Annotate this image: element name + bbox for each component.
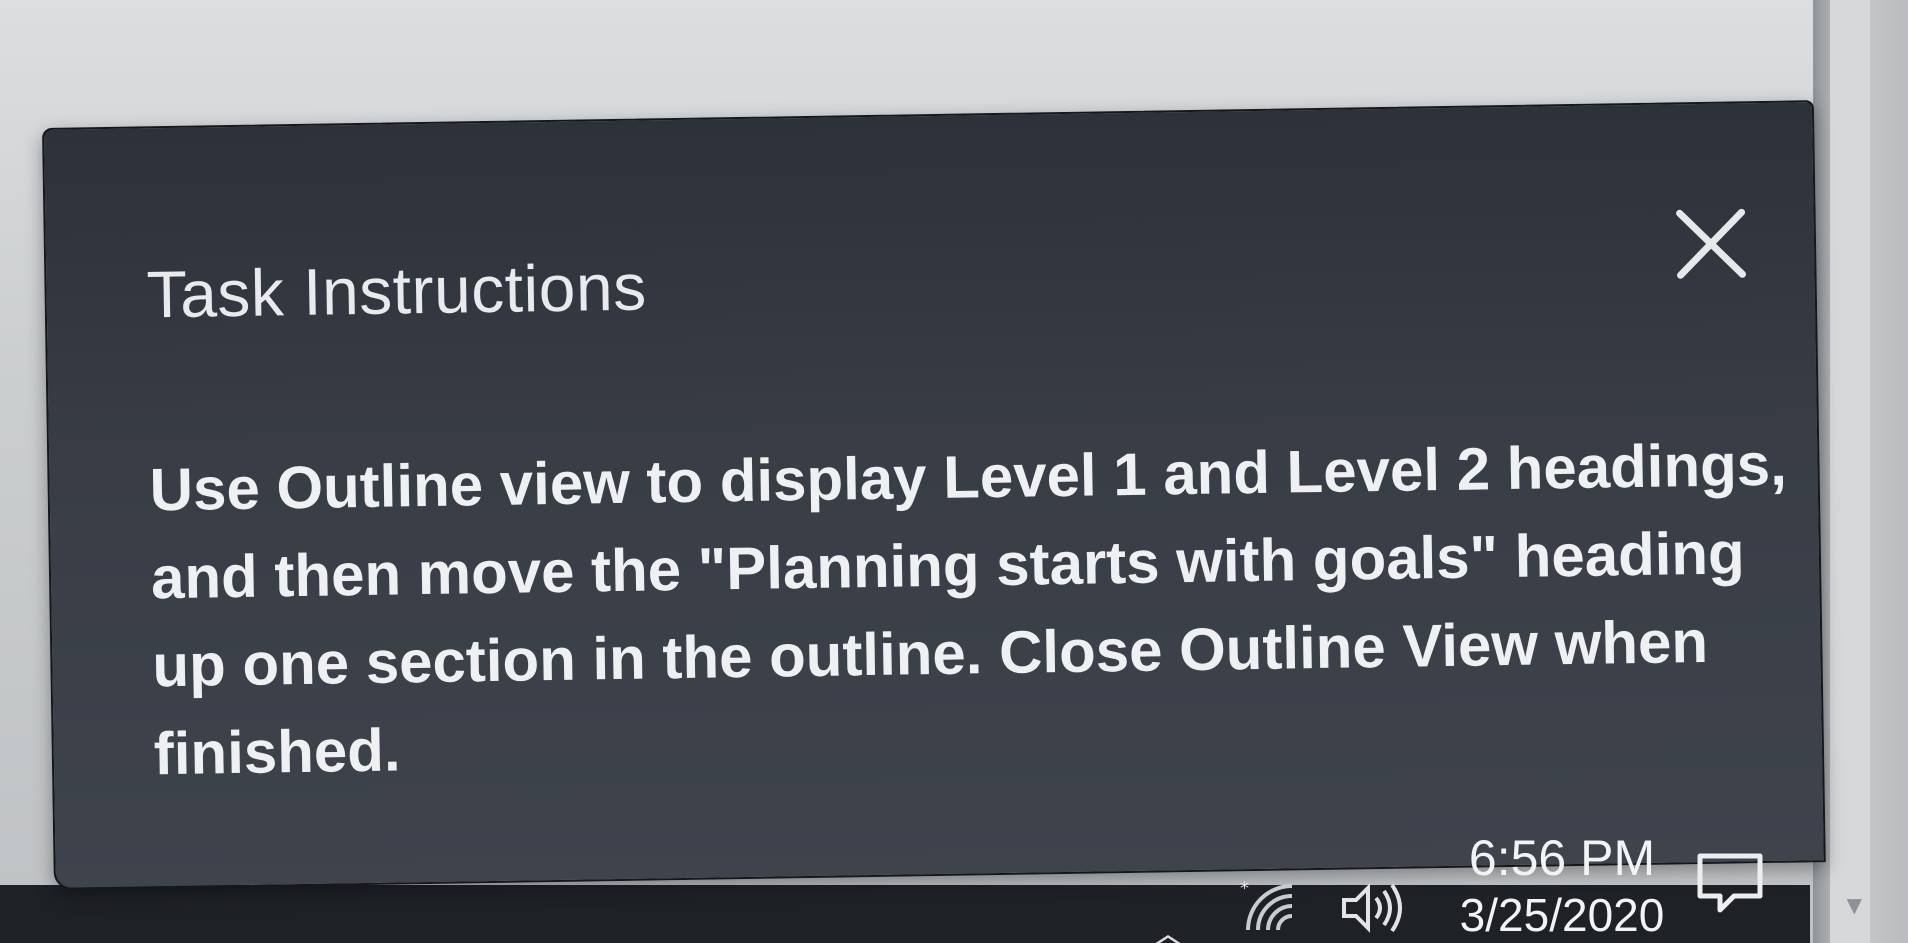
scroll-down-arrow-icon[interactable]: ▼ (1847, 893, 1862, 917)
svg-text:*: * (1240, 878, 1249, 899)
screen: ▼ Task Instructions Use Outline view to … (0, 0, 1908, 943)
chevron-up-icon[interactable]: ︿ (1150, 904, 1186, 943)
volume-icon[interactable] (1338, 880, 1408, 936)
notification-icon[interactable] (1694, 850, 1766, 916)
clock-date: 3/25/2020 (1459, 889, 1665, 941)
system-tray: ︿ * 6:56 PM 3/25/2020 (1150, 826, 1810, 943)
close-icon (1676, 208, 1747, 279)
clock-time: 6:56 PM (1468, 830, 1656, 886)
close-button[interactable] (1665, 198, 1756, 289)
vertical-scrollbar[interactable] (1829, 0, 1870, 943)
dialog-title: Task Instructions (146, 249, 648, 332)
taskbar-clock[interactable]: 6:56 PM 3/25/2020 (1442, 826, 1682, 942)
task-instructions-dialog: Task Instructions Use Outline view to di… (42, 100, 1826, 890)
task-instructions-text: Use Outline view to display Level 1 and … (149, 430, 1788, 788)
wifi-icon[interactable]: * (1240, 878, 1300, 938)
